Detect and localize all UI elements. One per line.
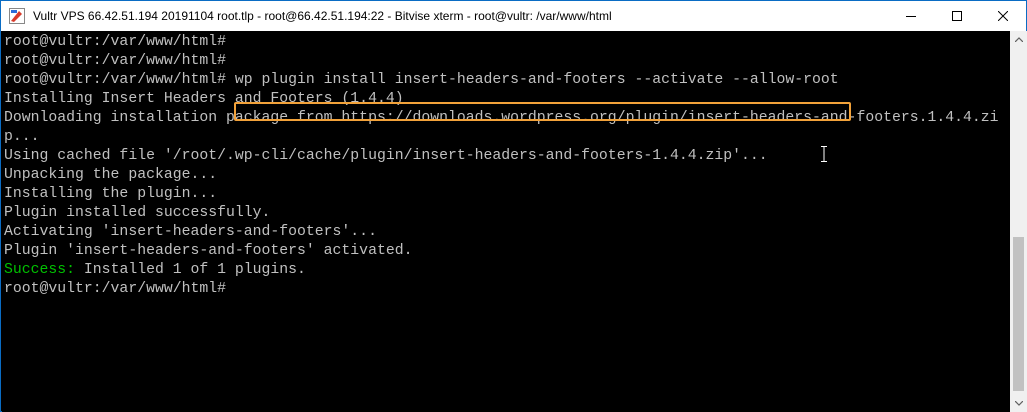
chevron-up-icon — [1014, 37, 1023, 42]
window-title: Vultr VPS 66.42.51.194 20191104 root.tlp… — [33, 9, 612, 23]
terminal-command-line: root@vultr:/var/www/html# wp plugin inst… — [4, 71, 839, 90]
terminal-line: Plugin 'insert-headers-and-footers' acti… — [4, 243, 413, 259]
minimize-icon — [906, 16, 916, 17]
highlighted-command: wp plugin install insert-headers-and-foo… — [234, 72, 839, 88]
success-label: Success: — [4, 262, 76, 278]
terminal-prompt: root@vultr:/var/www/html# — [4, 72, 235, 88]
terminal-line: root@vultr:/var/www/html# — [4, 53, 226, 69]
terminal-line: Plugin installed successfully. — [4, 205, 271, 221]
chevron-down-icon — [1014, 401, 1023, 406]
scroll-up-button[interactable] — [1010, 31, 1027, 48]
terminal-line: Using cached file '/root/.wp-cli/cache/p… — [4, 148, 768, 164]
terminal-line: root@vultr:/var/www/html# — [4, 281, 226, 297]
vertical-scrollbar[interactable] — [1010, 31, 1027, 412]
terminal-line: Unpacking the package... — [4, 167, 218, 183]
success-message: Installed 1 of 1 plugins. — [75, 262, 306, 278]
bitvise-app-icon — [9, 8, 25, 24]
close-button[interactable] — [980, 1, 1026, 31]
maximize-button[interactable] — [934, 1, 980, 31]
command-highlight-box — [234, 102, 851, 121]
terminal-line: root@vultr:/var/www/html# — [4, 34, 226, 50]
terminal-window: Vultr VPS 66.42.51.194 20191104 root.tlp… — [0, 0, 1027, 412]
scrollbar-thumb[interactable] — [1013, 237, 1024, 391]
minimize-button[interactable] — [888, 1, 934, 31]
terminal-line: Installing the plugin... — [4, 186, 218, 202]
text-cursor-icon — [821, 146, 827, 162]
close-icon — [998, 11, 1008, 21]
terminal-output[interactable]: root@vultr:/var/www/html# root@vultr:/va… — [2, 31, 1010, 412]
scroll-down-button[interactable] — [1010, 395, 1027, 412]
terminal-line: Success: Installed 1 of 1 plugins. — [4, 261, 306, 280]
terminal-line: p... — [4, 129, 40, 145]
maximize-icon — [952, 11, 962, 21]
terminal-line: Activating 'insert-headers-and-footers'.… — [4, 224, 377, 240]
title-bar[interactable]: Vultr VPS 66.42.51.194 20191104 root.tlp… — [1, 1, 1026, 31]
